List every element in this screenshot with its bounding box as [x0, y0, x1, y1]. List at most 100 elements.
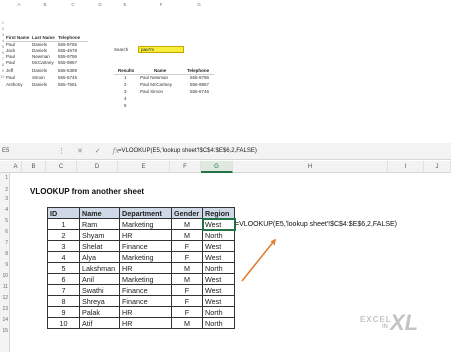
row-header[interactable]: 11	[0, 284, 10, 290]
row-header[interactable]: 4	[0, 207, 10, 213]
row-header[interactable]: 1	[0, 175, 10, 181]
header-region[interactable]: Region	[202, 207, 235, 219]
logo-text-xl: XL	[390, 310, 419, 335]
row-header[interactable]: 10	[0, 273, 10, 279]
cancel-icon[interactable]: ✕	[77, 148, 83, 155]
cell-region[interactable]: West	[202, 251, 235, 263]
header-department[interactable]: Department	[119, 207, 172, 219]
col-header-b[interactable]: B	[22, 161, 46, 173]
formula-input[interactable]: =VLOOKUP(E5,'lookup sheet'!$C$4:$E$6,2,F…	[118, 146, 257, 157]
cell-department[interactable]: Finance	[119, 284, 172, 296]
cell-region-selected[interactable]: West	[201, 217, 236, 231]
col-header-f[interactable]: F	[170, 161, 201, 173]
table-row: 9 Palak HR F North	[47, 306, 235, 318]
cell-name[interactable]: Palak	[79, 306, 120, 318]
cell-id[interactable]: 3	[47, 240, 80, 252]
row-header[interactable]: 2	[0, 187, 10, 193]
cell-region[interactable]: West	[202, 295, 235, 307]
cell-name[interactable]: Anil	[79, 273, 120, 285]
cell-gender[interactable]: F	[171, 306, 203, 318]
cell-id[interactable]: 5	[47, 262, 80, 274]
table-row: 6 Anil Marketing M West	[47, 273, 235, 285]
cell-gender[interactable]: M	[171, 317, 203, 329]
cell-name[interactable]: Swathi	[79, 284, 120, 296]
row-header[interactable]: 7	[0, 240, 10, 246]
col-header-a[interactable]: A	[10, 161, 22, 173]
cell-id[interactable]: 4	[47, 251, 80, 263]
cell-department[interactable]: Finance	[119, 240, 172, 252]
cell-department[interactable]: HR	[119, 262, 172, 274]
col-header-g[interactable]: G	[201, 161, 233, 173]
cell-region[interactable]: North	[202, 262, 235, 274]
cell-department[interactable]: Marketing	[119, 218, 172, 230]
cell-name[interactable]: Ram	[79, 218, 120, 230]
cell-region[interactable]: West	[202, 284, 235, 296]
cell-id[interactable]: 6	[47, 273, 80, 285]
cell-gender[interactable]: F	[171, 284, 203, 296]
cell-id[interactable]: 2	[47, 229, 80, 241]
cell-name[interactable]: Shreya	[79, 295, 120, 307]
cell-name[interactable]: Lakshman	[79, 262, 120, 274]
top-cell: 555-9867	[58, 60, 78, 65]
result-name: Paul Simon	[140, 89, 164, 94]
cell-department[interactable]: HR	[119, 306, 172, 318]
cell-department[interactable]: Finance	[119, 295, 172, 307]
search-input-cell[interactable]: pau*m	[138, 46, 184, 53]
more-options-icon[interactable]: ⋮	[58, 148, 65, 155]
cell-region[interactable]: North	[202, 229, 235, 241]
cell-region[interactable]: North	[202, 306, 235, 318]
cell-department[interactable]: HR	[119, 317, 172, 329]
col-header-e[interactable]: E	[118, 161, 170, 173]
row-header[interactable]: 9	[0, 262, 10, 268]
cell-gender[interactable]: F	[171, 240, 203, 252]
col-header-c[interactable]: C	[46, 161, 77, 173]
row-header[interactable]: 13	[0, 306, 10, 312]
formula-annotation: =VLOOKUP(E5,'lookup sheet'!$C$4:$E$6,2,F…	[235, 221, 398, 228]
row-header[interactable]: 6	[0, 229, 10, 235]
cell-id[interactable]: 8	[47, 295, 80, 307]
cell-region[interactable]: North	[202, 317, 235, 329]
table-row: 8 Shreya Finance F West	[47, 295, 235, 307]
logo-text-excel: EXCEL	[360, 315, 392, 324]
header-gender[interactable]: Gender	[171, 207, 203, 219]
row-header[interactable]: 8	[0, 251, 10, 257]
cell-department[interactable]: HR	[119, 229, 172, 241]
cell-name[interactable]: Shyam	[79, 229, 120, 241]
cell-gender[interactable]: F	[171, 295, 203, 307]
top-row-number: 7	[1, 56, 4, 61]
row-header[interactable]: 14	[0, 317, 10, 323]
top-cell: McCartney	[32, 60, 54, 65]
cell-department[interactable]: Marketing	[119, 273, 172, 285]
cell-gender[interactable]: M	[171, 218, 203, 230]
cell-id[interactable]: 1	[47, 218, 80, 230]
cell-name[interactable]: Atif	[79, 317, 120, 329]
col-header-j[interactable]: J	[424, 161, 451, 173]
col-header-i[interactable]: I	[388, 161, 424, 173]
cell-name[interactable]: Alya	[79, 251, 120, 263]
cell-gender[interactable]: M	[171, 229, 203, 241]
header-id[interactable]: ID	[47, 207, 80, 219]
row-header[interactable]: 15	[0, 328, 10, 334]
result-telephone: 555-6745	[190, 89, 210, 94]
row-header[interactable]: 5	[0, 218, 10, 224]
name-box[interactable]: E5	[0, 146, 44, 157]
top-col-header-d: D	[98, 2, 102, 7]
cell-gender[interactable]: M	[171, 273, 203, 285]
header-name[interactable]: Name	[79, 207, 120, 219]
cell-region[interactable]: West	[202, 240, 235, 252]
cell-id[interactable]: 10	[47, 317, 80, 329]
result-index: 3	[124, 89, 127, 94]
cell-department[interactable]: Marketing	[119, 251, 172, 263]
cell-id[interactable]: 9	[47, 306, 80, 318]
row-header[interactable]: 12	[0, 295, 10, 301]
cell-name[interactable]: Shelat	[79, 240, 120, 252]
top-col-header-c: C	[71, 2, 75, 7]
cell-id[interactable]: 7	[47, 284, 80, 296]
col-header-h[interactable]: H	[233, 161, 388, 173]
row-header[interactable]: 3	[0, 196, 10, 202]
col-header-d[interactable]: D	[77, 161, 118, 173]
cell-gender[interactable]: M	[171, 262, 203, 274]
enter-check-icon[interactable]: ✓	[95, 148, 101, 155]
cell-gender[interactable]: F	[171, 251, 203, 263]
cell-region[interactable]: West	[202, 273, 235, 285]
